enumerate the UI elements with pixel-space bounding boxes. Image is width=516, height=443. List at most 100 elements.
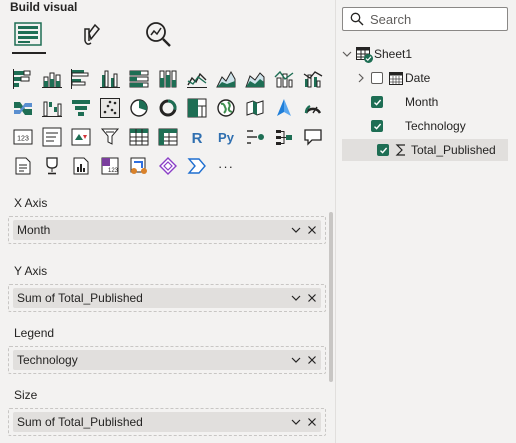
- field-name: Total_Published: [411, 143, 496, 157]
- field-well-dropzone[interactable]: Sum of Total_Published: [8, 408, 326, 436]
- field-well-label: Y Axis: [14, 264, 48, 278]
- field-pill[interactable]: Technology: [13, 350, 321, 370]
- svg-text:Py: Py: [218, 130, 235, 145]
- ribbon-chart-icon[interactable]: [12, 97, 34, 119]
- chevron-down-icon[interactable]: [289, 415, 303, 429]
- more-visuals-icon[interactable]: ···: [215, 155, 237, 177]
- stacked-bar-chart-icon[interactable]: [12, 68, 34, 90]
- chevron-down-icon[interactable]: [289, 353, 303, 367]
- close-icon[interactable]: [305, 353, 319, 367]
- collapse-chevron-icon[interactable]: [342, 49, 354, 59]
- field-checkbox[interactable]: [371, 120, 383, 132]
- more-visuals-label: ···: [218, 158, 234, 174]
- power-apps-icon[interactable]: 123: [99, 155, 121, 177]
- treemap-icon[interactable]: [186, 97, 208, 119]
- field-checkbox[interactable]: [371, 72, 383, 84]
- matrix-icon[interactable]: [157, 126, 179, 148]
- field-pill-label: Month: [17, 223, 51, 237]
- field-name: Technology: [405, 119, 466, 133]
- key-influencers-icon[interactable]: [244, 126, 266, 148]
- tab-analytics[interactable]: [140, 16, 176, 52]
- tab-format-visual[interactable]: [74, 16, 110, 52]
- line-column-chart-icon[interactable]: [273, 68, 295, 90]
- field-pill[interactable]: Sum of Total_Published: [13, 288, 321, 308]
- map-icon[interactable]: [215, 97, 237, 119]
- field-well-label: Size: [14, 388, 38, 402]
- python-visual-icon[interactable]: Py: [215, 126, 237, 148]
- table-icon: [356, 47, 373, 63]
- shape-icon[interactable]: [157, 155, 179, 177]
- close-icon[interactable]: [305, 291, 319, 305]
- multi-row-card-icon[interactable]: [41, 126, 63, 148]
- field-pill-label: Sum of Total_Published: [17, 291, 143, 305]
- 100-percent-column-chart-icon[interactable]: [157, 68, 179, 90]
- close-icon[interactable]: [305, 223, 319, 237]
- stacked-area-chart-icon[interactable]: [244, 68, 266, 90]
- card-icon[interactable]: 123: [12, 126, 34, 148]
- field-well-label: Legend: [14, 326, 55, 340]
- visual-grid-icon: [14, 22, 42, 46]
- field-item[interactable]: Date: [336, 67, 516, 89]
- power-automate-icon[interactable]: [128, 155, 150, 177]
- line-chart-icon[interactable]: [186, 68, 208, 90]
- calendar-icon: [389, 71, 405, 85]
- field-name: Month: [405, 95, 439, 109]
- slicer-icon[interactable]: [99, 126, 121, 148]
- kpi-icon[interactable]: [70, 126, 92, 148]
- pane-title: Build visual: [10, 0, 78, 14]
- table-icon[interactable]: [128, 126, 150, 148]
- r-visual-icon[interactable]: R: [186, 126, 208, 148]
- 100-percent-bar-chart-icon[interactable]: [128, 68, 150, 90]
- expand-chevron-icon[interactable]: [356, 73, 368, 83]
- sigma-icon: [395, 143, 411, 157]
- qa-icon[interactable]: [302, 126, 324, 148]
- scrollbar[interactable]: [329, 212, 333, 382]
- field-item[interactable]: Technology: [336, 115, 516, 137]
- stacked-column-chart-icon[interactable]: [41, 68, 63, 90]
- chevron-down-icon[interactable]: [289, 291, 303, 305]
- field-pill-label: Sum of Total_Published: [17, 415, 143, 429]
- smart-narrative-icon[interactable]: [12, 155, 34, 177]
- table-sheet1[interactable]: Sheet1: [336, 43, 516, 65]
- search-box[interactable]: [342, 7, 508, 31]
- donut-chart-icon[interactable]: [157, 97, 179, 119]
- active-tab-indicator: [12, 52, 46, 54]
- field-item[interactable]: Month: [336, 91, 516, 113]
- field-well-label: X Axis: [14, 196, 48, 210]
- check-badge-icon: [364, 54, 373, 63]
- tab-build-visual[interactable]: [10, 16, 46, 52]
- field-name: Date: [405, 71, 431, 85]
- paintbrush-icon: [84, 23, 101, 45]
- field-well-dropzone[interactable]: Month: [8, 216, 326, 244]
- gauge-icon[interactable]: [302, 97, 324, 119]
- azure-map-icon[interactable]: [273, 97, 295, 119]
- visualizations-pane: Build visual 123 R Py 123 ··· X Axis Month Y A…: [0, 0, 336, 443]
- field-checkbox[interactable]: [371, 96, 383, 108]
- close-icon[interactable]: [305, 415, 319, 429]
- magnifier-chart-icon: [146, 22, 171, 47]
- search-icon: [350, 12, 364, 26]
- field-pill[interactable]: Sum of Total_Published: [13, 412, 321, 432]
- scatter-chart-icon[interactable]: [99, 97, 121, 119]
- clustered-bar-chart-icon[interactable]: [70, 68, 92, 90]
- field-item[interactable]: Total_Published: [342, 139, 508, 161]
- line-clustered-column-chart-icon[interactable]: [302, 68, 324, 90]
- chevron-icon[interactable]: [186, 155, 208, 177]
- waterfall-chart-icon[interactable]: [41, 97, 63, 119]
- field-well-dropzone[interactable]: Technology: [8, 346, 326, 374]
- chevron-down-icon[interactable]: [289, 223, 303, 237]
- decomposition-tree-icon[interactable]: [273, 126, 295, 148]
- metrics-icon[interactable]: [41, 155, 63, 177]
- svg-text:123: 123: [108, 168, 119, 174]
- field-pill[interactable]: Month: [13, 220, 321, 240]
- search-input[interactable]: [370, 11, 500, 27]
- filled-map-icon[interactable]: [244, 97, 266, 119]
- area-chart-icon[interactable]: [215, 68, 237, 90]
- svg-text:R: R: [192, 130, 203, 147]
- field-checkbox[interactable]: [377, 144, 389, 156]
- paginated-report-icon[interactable]: [70, 155, 92, 177]
- funnel-chart-icon[interactable]: [70, 97, 92, 119]
- field-well-dropzone[interactable]: Sum of Total_Published: [8, 284, 326, 312]
- clustered-column-chart-icon[interactable]: [99, 68, 121, 90]
- pie-chart-icon[interactable]: [128, 97, 150, 119]
